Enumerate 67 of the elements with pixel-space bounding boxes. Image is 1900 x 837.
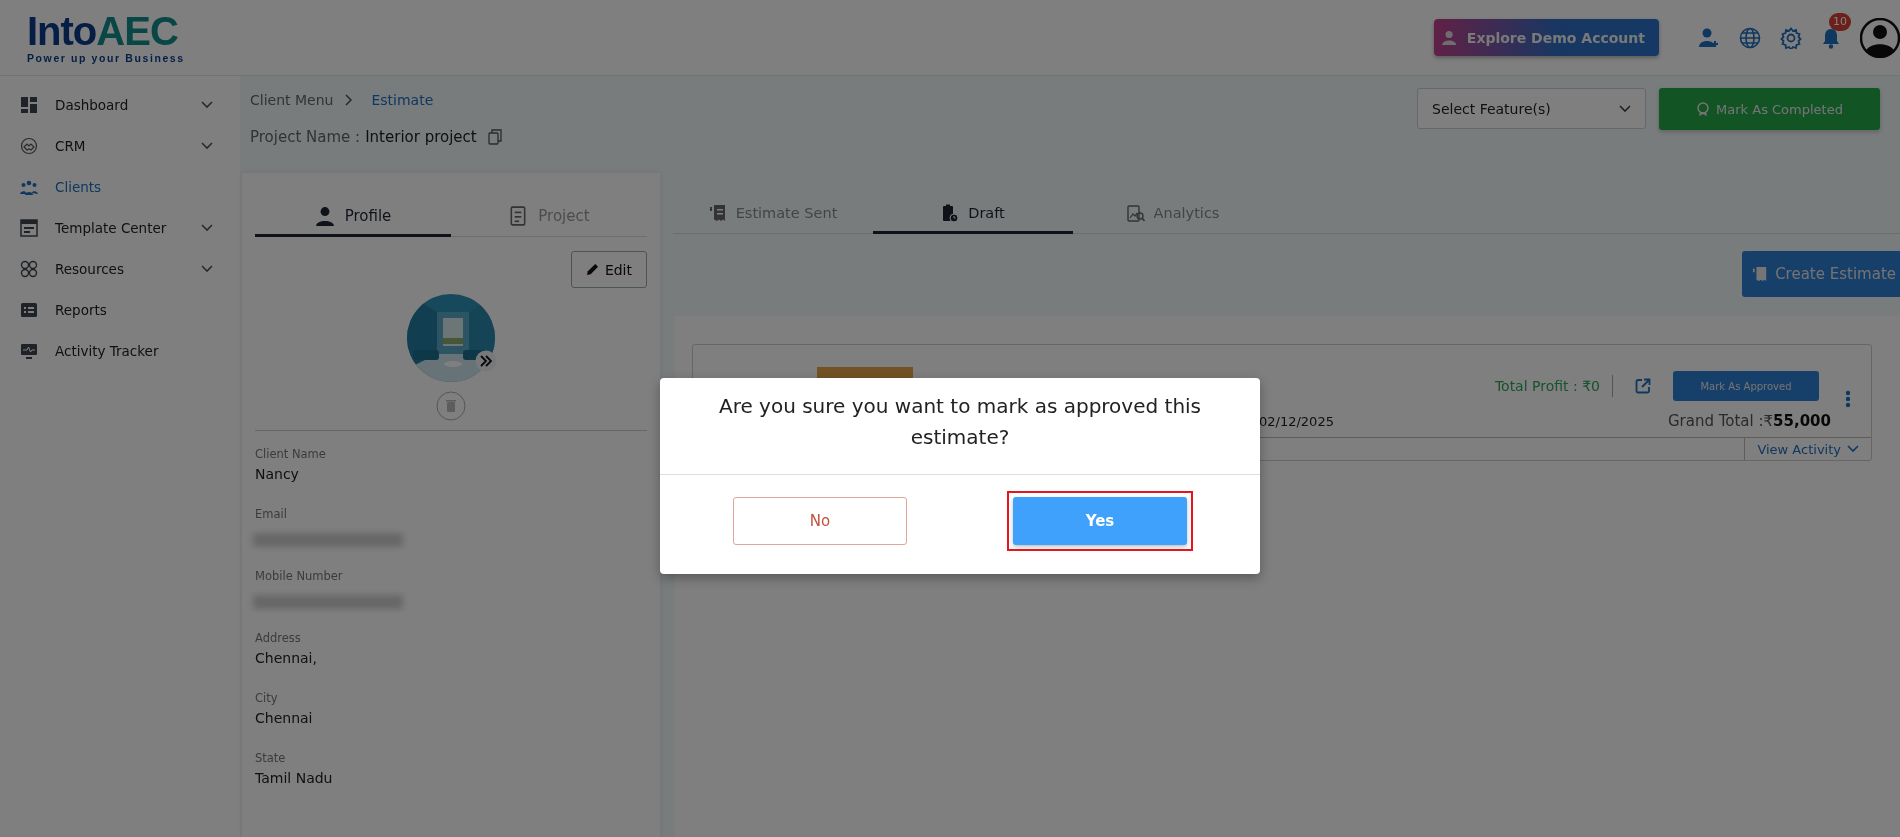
kebab-menu-icon[interactable] (1845, 390, 1851, 408)
sidebar-item[interactable]: Dashboard (0, 84, 240, 125)
chart-search-icon (1126, 203, 1145, 222)
field-value: Chennai (255, 709, 314, 728)
project-name-label: Project Name : (250, 128, 361, 146)
confirm-button[interactable]: Yes (1013, 497, 1187, 545)
avatar-icon[interactable] (1860, 17, 1900, 58)
project-name: Interior project (365, 128, 477, 146)
cancel-button[interactable]: No (733, 497, 907, 545)
logo-tagline: Power up your Business (27, 52, 185, 64)
feature-select[interactable]: Select Feature(s) (1417, 88, 1646, 129)
double-chevron-icon[interactable] (475, 350, 497, 372)
tab[interactable]: Analytics (1073, 194, 1273, 234)
field-value: Tamil Nadu (255, 769, 334, 788)
field-label: Client Name (255, 446, 327, 463)
report-icon (20, 300, 38, 319)
monitor-icon (20, 341, 38, 360)
total-profit: Total Profit : ₹0 (1494, 378, 1600, 394)
create-estimate-button[interactable]: Create Estimate (1742, 251, 1900, 297)
globe-icon[interactable] (1739, 26, 1761, 49)
copy-icon[interactable] (487, 129, 502, 145)
chevron-down-icon (1619, 104, 1631, 113)
breadcrumb-link[interactable]: Client Menu (250, 92, 334, 108)
notification-badge: 10 (1829, 12, 1851, 31)
tab[interactable]: Profile (255, 197, 451, 237)
bell-icon[interactable] (1821, 26, 1841, 49)
person-icon (1441, 29, 1458, 46)
person-icon (314, 205, 335, 226)
pencil-icon (585, 263, 599, 276)
view-activity-link[interactable]: View Activity (1744, 438, 1859, 460)
explore-demo-button[interactable]: Explore Demo Account (1433, 19, 1659, 56)
logo: IntoAEC (27, 11, 178, 51)
edit-button[interactable]: Edit (570, 251, 647, 288)
sidebar-item[interactable]: Resources (0, 248, 240, 289)
field-value: Nancy (255, 465, 300, 484)
external-link-icon[interactable] (1635, 378, 1651, 394)
estimate-date: 02/12/2025 (1259, 413, 1334, 429)
breadcrumb-link[interactable]: Estimate (371, 92, 434, 108)
field-label: City (255, 690, 279, 707)
mark-approved-button[interactable]: Mark As Approved (1673, 371, 1819, 401)
chevron-down-icon (1847, 445, 1859, 453)
receipt-icon (1752, 266, 1769, 282)
resources-icon (20, 259, 38, 278)
sidebar-item[interactable]: Clients (0, 166, 240, 207)
field-value: Chennai, (255, 649, 318, 668)
clipboard-clock-icon (941, 203, 960, 222)
chevron-right-icon (345, 94, 354, 106)
dialog-message: Are you sure you want to mark as approved this estimate? (660, 378, 1260, 475)
field-label: Email (255, 506, 288, 523)
field-label: State (255, 750, 287, 767)
badge-icon (1696, 102, 1711, 116)
dashboard-icon (20, 95, 38, 114)
add-user-icon[interactable] (1698, 26, 1720, 49)
tab[interactable]: Estimate Sent (673, 194, 873, 234)
grand-total: Grand Total :₹55,000 (1667, 412, 1831, 430)
settings-icon[interactable] (1780, 26, 1802, 49)
field-label: Address (255, 630, 302, 647)
delete-icon[interactable] (436, 391, 466, 421)
mark-completed-button[interactable]: Mark As Completed (1659, 88, 1880, 130)
template-icon (20, 218, 38, 237)
sidebar-item[interactable]: Activity Tracker (0, 330, 240, 371)
sidebar-item[interactable]: Template Center (0, 207, 240, 248)
sidebar-item[interactable]: CRM (0, 125, 240, 166)
field-label: Mobile Number (255, 568, 344, 585)
tab[interactable]: Draft (873, 194, 1073, 234)
sidebar-item[interactable]: Reports (0, 289, 240, 330)
receipt-icon (708, 203, 727, 222)
